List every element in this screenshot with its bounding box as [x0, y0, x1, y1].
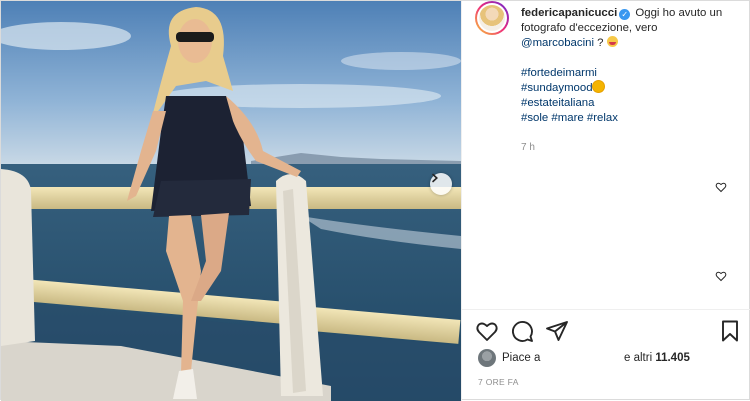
liker-avatar[interactable] [478, 349, 496, 367]
comment-like-heart-icon[interactable] [715, 270, 727, 282]
sun-emoji-icon [592, 81, 604, 92]
caption-mention[interactable]: @marcobacini [521, 37, 594, 49]
next-photo-button[interactable] [430, 173, 452, 195]
post-actions-bar [462, 317, 750, 345]
hashtag-link[interactable]: #mare [551, 112, 583, 124]
hashtag-link[interactable]: #fortedeimarmi [521, 67, 597, 79]
divider [462, 309, 750, 310]
caption-timestamp[interactable]: 7 h [521, 142, 535, 153]
post-time-ago[interactable]: 7 ORE FA [478, 377, 519, 387]
post-photo[interactable] [1, 1, 461, 401]
likes-prefix: Piace a [502, 352, 541, 364]
photo-scene [1, 1, 461, 401]
paper-plane-icon[interactable] [545, 319, 569, 343]
likes-suffix-text: e altri [624, 352, 653, 364]
post-side-panel: federicapanicucci ✓ Oggi ho avuto un foto… [461, 1, 750, 401]
hashtag-link[interactable]: #sole [521, 112, 548, 124]
comment-like-heart-icon[interactable] [715, 181, 727, 193]
caption-hashtags: #fortedeimarmi #sundaymood #estateitalia… [521, 66, 746, 126]
hashtag-link[interactable]: #sundaymood [521, 82, 593, 94]
likes-count-link[interactable]: e altri 11.405 [624, 352, 690, 364]
verified-icon: ✓ [619, 9, 631, 20]
hashtag-link[interactable]: #estateitaliana [521, 97, 594, 109]
comment-icon[interactable] [510, 319, 534, 343]
avatar-image [479, 5, 505, 31]
likes-count: 11.405 [655, 352, 690, 364]
heart-icon[interactable] [475, 319, 499, 343]
author-avatar[interactable] [475, 1, 509, 35]
smiling-face-emoji-icon [606, 36, 618, 47]
likes-summary: Piace a e altri 11.405 [478, 349, 748, 369]
caption-mention-suffix: ? [597, 37, 604, 49]
bookmark-icon[interactable] [718, 319, 742, 343]
hashtag-link[interactable]: #relax [587, 112, 618, 124]
author-username[interactable]: federicapanicucci [521, 7, 617, 19]
chevron-right-icon [432, 173, 438, 183]
instagram-post: federicapanicucci ✓ Oggi ho avuto un foto… [0, 0, 750, 401]
post-caption: federicapanicucci ✓ Oggi ho avuto un foto… [521, 6, 746, 126]
